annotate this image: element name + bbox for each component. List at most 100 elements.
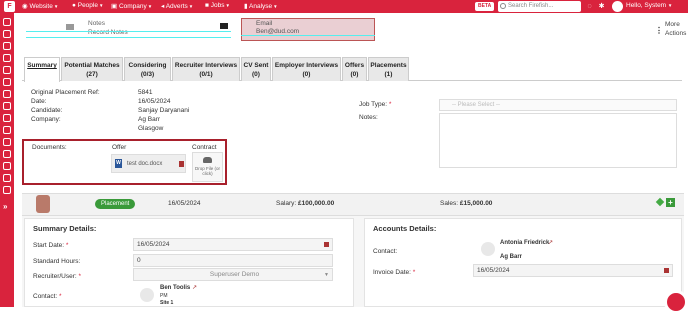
person-icon [481,242,495,256]
firefish-logo[interactable]: F [4,1,15,12]
accounts-details-title: Accounts Details: [373,224,437,233]
search-icon [500,3,506,9]
invoice-date-label: Invoice Date: * [373,269,416,276]
contact-site: Site 1 [160,300,174,306]
accounts-contact-name[interactable]: Antonia Friedrick [500,240,549,246]
candidate-link[interactable]: Sanjay Daryanani [138,107,189,114]
gear-icon[interactable] [3,114,11,122]
caret-down-icon: ▼ [273,4,278,9]
tab-employer-interviews[interactable]: Employer Interviews (0) [272,57,341,81]
menu-adverts[interactable]: ◂ Adverts▼ [161,2,193,10]
add-button[interactable]: + [666,198,675,207]
top-navigation-bar: F ◉ Website▼ ● People▼ ▣ Company▼ ◂ Adve… [0,0,688,13]
recruiter-select[interactable]: Superuser Demo [133,268,333,281]
tab-cv-sent[interactable]: CV Sent (0) [241,57,271,81]
tab-considering[interactable]: Considering (0/3) [124,57,171,81]
caret-down-icon: ▼ [53,4,59,9]
job-type-select[interactable]: -- Please Select -- [439,99,677,111]
offer-file-name[interactable]: test doc.docx [127,161,162,167]
calendar-icon[interactable] [664,268,669,273]
beta-badge: BETA [475,2,495,11]
menu-analyse[interactable]: ▮ Analyse▼ [244,2,278,10]
date-label: Date: [31,98,47,105]
caret-down-icon: ▼ [98,3,104,8]
person-icon[interactable] [3,78,11,86]
notes-textarea[interactable] [439,113,677,168]
recruiter-label: Recruiter/User: * [33,273,82,280]
chevron-down-icon[interactable]: ▼ [324,272,329,278]
bell-icon[interactable] [3,138,11,146]
avatar[interactable] [612,1,623,12]
megaphone-icon[interactable] [3,174,11,182]
cloud-upload-icon [203,157,212,163]
documents-label: Documents: [32,144,67,151]
search-input[interactable]: Search Firefish... [498,1,581,12]
home-icon[interactable] [3,18,11,26]
word-document-icon: W [115,159,122,168]
standard-hours-input[interactable]: 0 [133,254,333,267]
accounts-contact-company: Ag Barr [500,254,523,260]
company-label: Company: [31,116,61,123]
external-link-icon[interactable]: ↗ [548,239,553,246]
offer-label: Offer [112,144,127,151]
menu-people[interactable]: ● People▼ [72,2,103,9]
placement-details [22,216,684,307]
calendar-icon[interactable] [324,242,329,247]
caret-down-icon: ▼ [667,3,673,8]
tab-summary[interactable]: Summary [24,57,60,82]
gear-icon[interactable] [3,66,11,74]
email-label: Email [256,20,273,27]
tab-placements[interactable]: Placements (1) [368,57,409,81]
caret-down-icon: ▼ [225,3,230,8]
search-icon[interactable] [3,30,11,38]
megaphone-icon[interactable] [3,162,11,170]
expand-sidebar-icon[interactable]: » [3,202,7,211]
gear-icon[interactable] [3,186,11,194]
divider [26,31,231,32]
tab-recruiter-interviews[interactable]: Recruiter Interviews (0/1) [172,57,240,81]
more-actions-icon[interactable]: ⋮ [655,26,663,35]
menu-website[interactable]: ◉ Website▼ [22,2,58,10]
chat-widget-icon[interactable] [664,290,688,314]
company-link[interactable]: Ag Barr [138,116,160,123]
start-date-label: Start Date: * [33,242,69,249]
user-greeting[interactable]: Hello, System ▼ [626,2,672,9]
placement-date: 16/05/2024 [168,200,201,207]
start-date-input[interactable]: 16/05/2024 [133,238,333,251]
notes-label: Notes [88,20,105,27]
salary: Salary: £100,000.00 [276,200,335,207]
user-icon[interactable] [3,42,11,50]
email-value[interactable]: Ben@dud.com [256,28,299,35]
gear-icon[interactable]: ✱ [596,1,607,12]
briefcase-icon[interactable] [3,102,11,110]
contact-name[interactable]: Ben Toolis [160,285,190,291]
accounts-contact-label: Contact: [373,248,398,255]
building-icon[interactable] [3,54,11,62]
menu-jobs[interactable]: ■ Jobs▼ [205,2,230,9]
gear-icon[interactable] [3,126,11,134]
divider [26,37,231,38]
sales: Sales: £15,000.00 [440,200,493,207]
building-icon: ▣ [111,3,119,10]
job-type-label: Job Type: * [359,101,392,108]
gear-icon[interactable] [3,150,11,158]
caret-down-icon: ▼ [147,4,153,9]
gear-icon[interactable] [3,90,11,98]
sidebar: » [0,13,14,307]
more-actions-button[interactable]: More Actions [665,20,688,38]
caret-down-icon: ▼ [188,4,194,9]
external-link-icon[interactable]: ↗ [192,284,197,291]
menu-company[interactable]: ▣ Company▼ [111,2,152,10]
note-icon [66,24,74,30]
contract-label: Contract [192,144,217,151]
original-ref-value: 5841 [138,89,153,96]
notes-field-label: Notes: [359,114,378,121]
divider [241,35,375,36]
lightbulb-icon[interactable]: ◌ [584,1,595,12]
tab-potential-matches[interactable]: Potential Matches (27) [61,57,123,81]
summary-details-title: Summary Details: [33,224,97,233]
invoice-date-input[interactable]: 16/05/2024 [473,264,673,277]
envelope-icon [220,23,228,29]
trash-icon[interactable] [179,161,184,167]
tab-offers[interactable]: Offers (0) [342,57,367,81]
